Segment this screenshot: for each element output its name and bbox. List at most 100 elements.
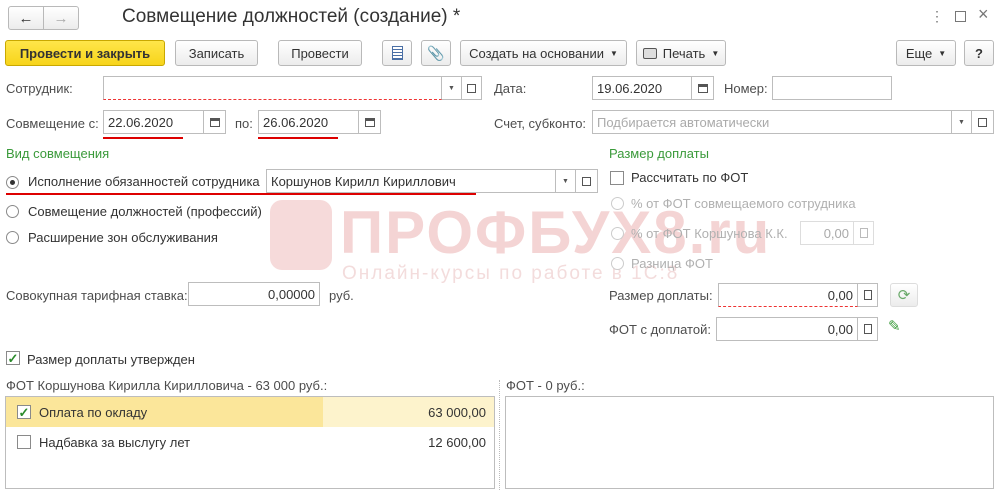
more-label: Еще <box>905 45 933 61</box>
chevron-down-icon: ▼ <box>448 84 455 92</box>
open-icon <box>467 83 476 93</box>
radio-option-2[interactable] <box>6 231 19 244</box>
printer-icon <box>642 47 657 59</box>
approved-checkbox[interactable]: ✓ <box>6 351 20 365</box>
chevron-down-icon: ▼ <box>711 48 720 58</box>
employee-dropdown-button[interactable]: ▼ <box>442 76 462 100</box>
surcharge-option-0[interactable] <box>611 197 624 210</box>
open-icon <box>978 117 987 127</box>
period-to-field[interactable]: 26.06.2020 <box>258 110 359 134</box>
replaced-employee-dropdown-button[interactable]: ▼ <box>556 169 576 193</box>
surcharge-option-1[interactable] <box>611 227 624 240</box>
calc-fot-label[interactable]: Рассчитать по ФОТ <box>631 170 748 185</box>
pencil-icon[interactable]: ✎ <box>888 317 901 335</box>
table-splitter[interactable] <box>499 380 500 490</box>
calculator-icon <box>863 290 872 300</box>
period-from-underline <box>103 137 183 139</box>
right-fot-table[interactable] <box>505 396 994 489</box>
surcharge-amount-label: Размер доплаты: <box>609 288 713 303</box>
post-and-close-button[interactable]: Провести и закрыть <box>5 40 165 66</box>
chevron-down-icon: ▼ <box>958 118 965 126</box>
fot-with-surcharge-field[interactable]: 0,00 <box>716 317 858 341</box>
back-button[interactable]: ← <box>8 6 44 30</box>
refresh-button[interactable]: ⟳ <box>890 283 918 307</box>
fot-with-surcharge-label: ФОТ с доплатой: <box>609 322 711 337</box>
attach-button[interactable]: 📎 <box>421 40 451 66</box>
surcharge-amount-calc-button[interactable] <box>858 283 878 307</box>
calc-fot-checkbox[interactable] <box>610 171 624 185</box>
more-icon[interactable]: ⋮ <box>930 8 944 25</box>
radio-option-0[interactable] <box>6 176 19 189</box>
employee-open-button[interactable] <box>462 76 482 100</box>
forward-button[interactable]: → <box>43 6 79 30</box>
watermark-logo <box>270 200 332 270</box>
period-to-calendar-button[interactable] <box>359 110 381 134</box>
fot-with-surcharge-calc-button[interactable] <box>858 317 878 341</box>
create-based-label: Создать на основании <box>469 45 604 61</box>
calendar-icon <box>697 83 708 93</box>
radio-option-2-label[interactable]: Расширение зон обслуживания <box>28 230 218 245</box>
surcharge-option-0-label[interactable]: % от ФОТ совмещаемого сотрудника <box>631 196 856 211</box>
left-table-title: ФОТ Коршунова Кирилла Кирилловича - 63 0… <box>6 378 328 393</box>
account-open-button[interactable] <box>972 110 994 134</box>
employee-field[interactable] <box>103 76 442 100</box>
calculator-icon <box>859 228 868 238</box>
replaced-employee-open-button[interactable] <box>576 169 598 193</box>
left-fot-table: ✓ Оплата по окладу 63 000,00 Надбавка за… <box>5 396 495 489</box>
maximize-icon[interactable] <box>955 11 966 22</box>
save-button[interactable]: Записать <box>175 40 258 66</box>
post-button[interactable]: Провести <box>278 40 362 66</box>
chevron-down-icon: ▼ <box>938 48 947 58</box>
number-label: Номер: <box>724 81 768 96</box>
account-field[interactable]: Подбирается автоматически <box>592 110 952 134</box>
period-from-label: Совмещение с: <box>6 116 99 131</box>
more-button[interactable]: Еще ▼ <box>896 40 956 66</box>
surcharge-percent-calc-button[interactable] <box>854 221 874 245</box>
surcharge-option-2-label[interactable]: Разница ФОТ <box>631 256 713 271</box>
surcharge-option-2[interactable] <box>611 257 624 270</box>
close-icon[interactable]: × <box>978 4 989 25</box>
period-to-underline <box>258 137 338 139</box>
print-button[interactable]: Печать ▼ <box>636 40 726 66</box>
surcharge-amount-field[interactable]: 0,00 <box>718 283 858 307</box>
date-calendar-button[interactable] <box>692 76 714 100</box>
right-table-title: ФОТ - 0 руб.: <box>506 378 585 393</box>
account-dropdown-button[interactable]: ▼ <box>952 110 972 134</box>
calculator-icon <box>863 324 872 334</box>
print-label: Печать <box>662 45 706 61</box>
radio-option-0-label[interactable]: Исполнение обязанностей сотрудника <box>28 174 260 189</box>
row-checkbox[interactable]: ✓ <box>17 405 31 419</box>
arrow-left-icon: ← <box>18 9 34 27</box>
report-button[interactable] <box>382 40 412 66</box>
radio-option-1[interactable] <box>6 205 19 218</box>
employee-label: Сотрудник: <box>6 81 73 96</box>
surcharge-title: Размер доплаты <box>609 146 709 161</box>
chevron-down-icon: ▼ <box>609 48 618 58</box>
create-based-button[interactable]: Создать на основании ▼ <box>460 40 627 66</box>
surcharge-percent-field[interactable]: 0,00 <box>800 221 854 245</box>
paperclip-icon: 📎 <box>427 44 445 61</box>
arrow-right-icon: → <box>53 9 69 27</box>
row-name: Надбавка за выслугу лет <box>39 434 191 450</box>
watermark-tagline: Онлайн-курсы по работе в 1С:8 <box>342 263 680 284</box>
table-row[interactable]: ✓ Оплата по окладу 63 000,00 <box>6 397 494 427</box>
rate-field[interactable]: 0,00000 <box>188 282 320 306</box>
table-row[interactable]: Надбавка за выслугу лет 12 600,00 <box>6 427 494 457</box>
approved-label[interactable]: Размер доплаты утвержден <box>27 352 195 367</box>
date-field[interactable]: 19.06.2020 <box>592 76 692 100</box>
row-amount: 12 600,00 <box>428 434 486 450</box>
row-checkbox[interactable] <box>17 435 31 449</box>
number-field[interactable] <box>772 76 892 100</box>
help-button[interactable]: ? <box>964 40 994 66</box>
replaced-employee-field[interactable]: Коршунов Кирилл Кириллович <box>266 169 556 193</box>
radio-option-0-underline <box>6 193 476 195</box>
chevron-down-icon: ▼ <box>562 177 569 185</box>
window-title: Совмещение должностей (создание) * <box>122 6 461 27</box>
period-from-calendar-button[interactable] <box>204 110 226 134</box>
period-from-field[interactable]: 22.06.2020 <box>103 110 204 134</box>
refresh-icon: ⟳ <box>897 287 911 304</box>
radio-option-1-label[interactable]: Совмещение должностей (профессий) <box>28 204 262 219</box>
row-name: Оплата по окладу <box>39 404 148 420</box>
document-icon <box>391 46 403 60</box>
surcharge-option-1-label[interactable]: % от ФОТ Коршунова К.К. <box>631 226 788 241</box>
